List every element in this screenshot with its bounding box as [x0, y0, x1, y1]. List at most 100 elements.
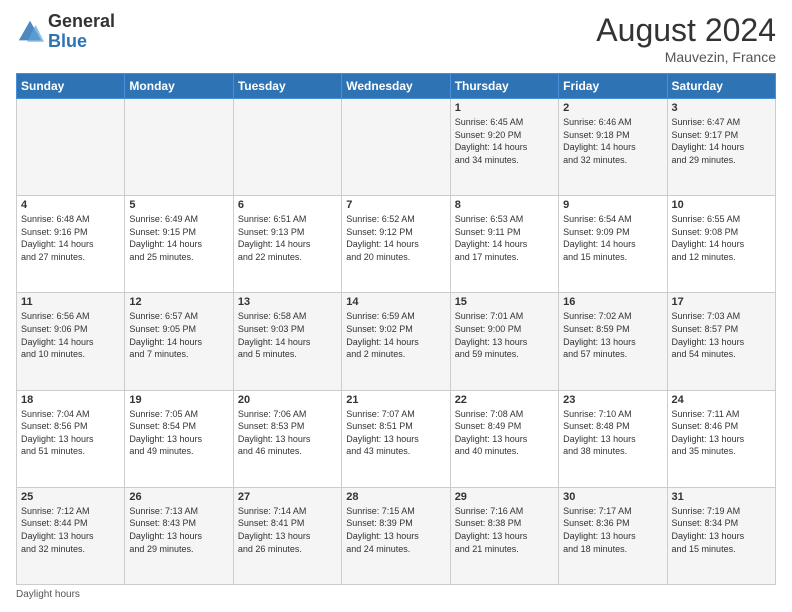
day-info: Sunrise: 6:49 AMSunset: 9:15 PMDaylight:… — [129, 213, 228, 263]
calendar-cell: 29 Sunrise: 7:16 AMSunset: 8:38 PMDayligh… — [450, 487, 558, 584]
day-info: Sunrise: 7:06 AMSunset: 8:53 PMDaylight:… — [238, 408, 337, 458]
day-info: Sunrise: 6:55 AMSunset: 9:08 PMDaylight:… — [672, 213, 771, 263]
day-number: 4 — [21, 199, 120, 211]
day-info: Sunrise: 7:08 AMSunset: 8:49 PMDaylight:… — [455, 408, 554, 458]
day-info: Sunrise: 7:11 AMSunset: 8:46 PMDaylight:… — [672, 408, 771, 458]
calendar-cell: 10 Sunrise: 6:55 AMSunset: 9:08 PMDayligh… — [667, 196, 775, 293]
calendar-week-2: 4 Sunrise: 6:48 AMSunset: 9:16 PMDaylight… — [17, 196, 776, 293]
day-info: Sunrise: 7:17 AMSunset: 8:36 PMDaylight:… — [563, 505, 662, 555]
calendar-header-sunday: Sunday — [17, 74, 125, 99]
day-info: Sunrise: 7:10 AMSunset: 8:48 PMDaylight:… — [563, 408, 662, 458]
calendar-cell: 15Sunrise: 7:01 AMSunset: 9:00 PMDayligh… — [450, 293, 558, 390]
day-info: Sunrise: 7:16 AMSunset: 8:38 PMDaylight:… — [455, 505, 554, 555]
day-number: 28 — [346, 491, 445, 503]
header: General Blue August 2024 Mauvezin, Franc… — [16, 12, 776, 65]
location: Mauvezin, France — [596, 49, 776, 65]
calendar-cell: 4 Sunrise: 6:48 AMSunset: 9:16 PMDaylight… — [17, 196, 125, 293]
title-block: August 2024 Mauvezin, France — [596, 12, 776, 65]
day-info: Sunrise: 6:59 AMSunset: 9:02 PMDaylight:… — [346, 310, 445, 360]
logo-icon — [16, 18, 44, 46]
day-number: 30 — [563, 491, 662, 503]
day-info: Sunrise: 6:46 AMSunset: 9:18 PMDaylight:… — [563, 116, 662, 166]
calendar-header-friday: Friday — [559, 74, 667, 99]
logo: General Blue — [16, 12, 115, 52]
day-info: Sunrise: 7:03 AMSunset: 8:57 PMDaylight:… — [672, 310, 771, 360]
day-number: 1 — [455, 102, 554, 114]
calendar-week-5: 25Sunrise: 7:12 AMSunset: 8:44 PMDayligh… — [17, 487, 776, 584]
calendar-cell — [17, 99, 125, 196]
calendar-header-row: SundayMondayTuesdayWednesdayThursdayFrid… — [17, 74, 776, 99]
day-number: 11 — [21, 296, 120, 308]
calendar-header-saturday: Saturday — [667, 74, 775, 99]
month-year: August 2024 — [596, 12, 776, 49]
day-number: 7 — [346, 199, 445, 211]
calendar-header-monday: Monday — [125, 74, 233, 99]
calendar-cell: 14 Sunrise: 6:59 AMSunset: 9:02 PMDayligh… — [342, 293, 450, 390]
page: General Blue August 2024 Mauvezin, Franc… — [0, 0, 792, 612]
logo-blue-text: Blue — [48, 32, 115, 52]
day-number: 25 — [21, 491, 120, 503]
calendar-header-thursday: Thursday — [450, 74, 558, 99]
calendar-cell: 20 Sunrise: 7:06 AMSunset: 8:53 PMDayligh… — [233, 390, 341, 487]
day-number: 10 — [672, 199, 771, 211]
day-number: 26 — [129, 491, 228, 503]
calendar-cell: 25Sunrise: 7:12 AMSunset: 8:44 PMDayligh… — [17, 487, 125, 584]
calendar-cell: 5 Sunrise: 6:49 AMSunset: 9:15 PMDaylight… — [125, 196, 233, 293]
day-number: 16 — [563, 296, 662, 308]
calendar-cell: 26 Sunrise: 7:13 AMSunset: 8:43 PMDayligh… — [125, 487, 233, 584]
day-number: 29 — [455, 491, 554, 503]
calendar-cell: 3 Sunrise: 6:47 AMSunset: 9:17 PMDaylight… — [667, 99, 775, 196]
day-info: Sunrise: 7:19 AMSunset: 8:34 PMDaylight:… — [672, 505, 771, 555]
day-info: Sunrise: 6:58 AMSunset: 9:03 PMDaylight:… — [238, 310, 337, 360]
day-number: 17 — [672, 296, 771, 308]
calendar-cell: 16 Sunrise: 7:02 AMSunset: 8:59 PMDayligh… — [559, 293, 667, 390]
calendar-week-3: 11 Sunrise: 6:56 AMSunset: 9:06 PMDayligh… — [17, 293, 776, 390]
calendar-cell: 31 Sunrise: 7:19 AMSunset: 8:34 PMDayligh… — [667, 487, 775, 584]
day-number: 6 — [238, 199, 337, 211]
day-number: 3 — [672, 102, 771, 114]
day-info: Sunrise: 7:04 AMSunset: 8:56 PMDaylight:… — [21, 408, 120, 458]
calendar-cell: 12Sunrise: 6:57 AMSunset: 9:05 PMDayligh… — [125, 293, 233, 390]
footer: Daylight hours — [16, 589, 776, 600]
day-info: Sunrise: 7:14 AMSunset: 8:41 PMDaylight:… — [238, 505, 337, 555]
day-info: Sunrise: 6:53 AMSunset: 9:11 PMDaylight:… — [455, 213, 554, 263]
day-number: 8 — [455, 199, 554, 211]
day-number: 2 — [563, 102, 662, 114]
calendar-cell: 21Sunrise: 7:07 AMSunset: 8:51 PMDayligh… — [342, 390, 450, 487]
day-info: Sunrise: 7:13 AMSunset: 8:43 PMDaylight:… — [129, 505, 228, 555]
calendar-table: SundayMondayTuesdayWednesdayThursdayFrid… — [16, 73, 776, 585]
calendar-cell — [125, 99, 233, 196]
calendar-cell: 23 Sunrise: 7:10 AMSunset: 8:48 PMDayligh… — [559, 390, 667, 487]
day-info: Sunrise: 7:02 AMSunset: 8:59 PMDaylight:… — [563, 310, 662, 360]
day-info: Sunrise: 6:54 AMSunset: 9:09 PMDaylight:… — [563, 213, 662, 263]
calendar-cell: 6Sunrise: 6:51 AMSunset: 9:13 PMDaylight… — [233, 196, 341, 293]
calendar-cell: 13 Sunrise: 6:58 AMSunset: 9:03 PMDayligh… — [233, 293, 341, 390]
day-info: Sunrise: 7:15 AMSunset: 8:39 PMDaylight:… — [346, 505, 445, 555]
day-info: Sunrise: 6:48 AMSunset: 9:16 PMDaylight:… — [21, 213, 120, 263]
day-number: 23 — [563, 394, 662, 406]
calendar-header-wednesday: Wednesday — [342, 74, 450, 99]
day-info: Sunrise: 7:01 AMSunset: 9:00 PMDaylight:… — [455, 310, 554, 360]
day-number: 24 — [672, 394, 771, 406]
calendar-cell: 27Sunrise: 7:14 AMSunset: 8:41 PMDayligh… — [233, 487, 341, 584]
day-number: 20 — [238, 394, 337, 406]
logo-text: General Blue — [48, 12, 115, 52]
day-number: 5 — [129, 199, 228, 211]
calendar-cell — [342, 99, 450, 196]
day-number: 12 — [129, 296, 228, 308]
day-number: 31 — [672, 491, 771, 503]
calendar-cell: 7Sunrise: 6:52 AMSunset: 9:12 PMDaylight… — [342, 196, 450, 293]
daylight-label: Daylight hours — [16, 589, 80, 600]
day-number: 19 — [129, 394, 228, 406]
day-info: Sunrise: 7:07 AMSunset: 8:51 PMDaylight:… — [346, 408, 445, 458]
day-number: 14 — [346, 296, 445, 308]
calendar-cell: 24 Sunrise: 7:11 AMSunset: 8:46 PMDayligh… — [667, 390, 775, 487]
day-info: Sunrise: 6:47 AMSunset: 9:17 PMDaylight:… — [672, 116, 771, 166]
calendar-header-tuesday: Tuesday — [233, 74, 341, 99]
calendar-cell: 18Sunrise: 7:04 AMSunset: 8:56 PMDayligh… — [17, 390, 125, 487]
calendar-cell: 9Sunrise: 6:54 AMSunset: 9:09 PMDaylight… — [559, 196, 667, 293]
calendar-cell: 1Sunrise: 6:45 AMSunset: 9:20 PMDaylight… — [450, 99, 558, 196]
day-info: Sunrise: 6:56 AMSunset: 9:06 PMDaylight:… — [21, 310, 120, 360]
day-number: 13 — [238, 296, 337, 308]
calendar-cell: 22Sunrise: 7:08 AMSunset: 8:49 PMDayligh… — [450, 390, 558, 487]
